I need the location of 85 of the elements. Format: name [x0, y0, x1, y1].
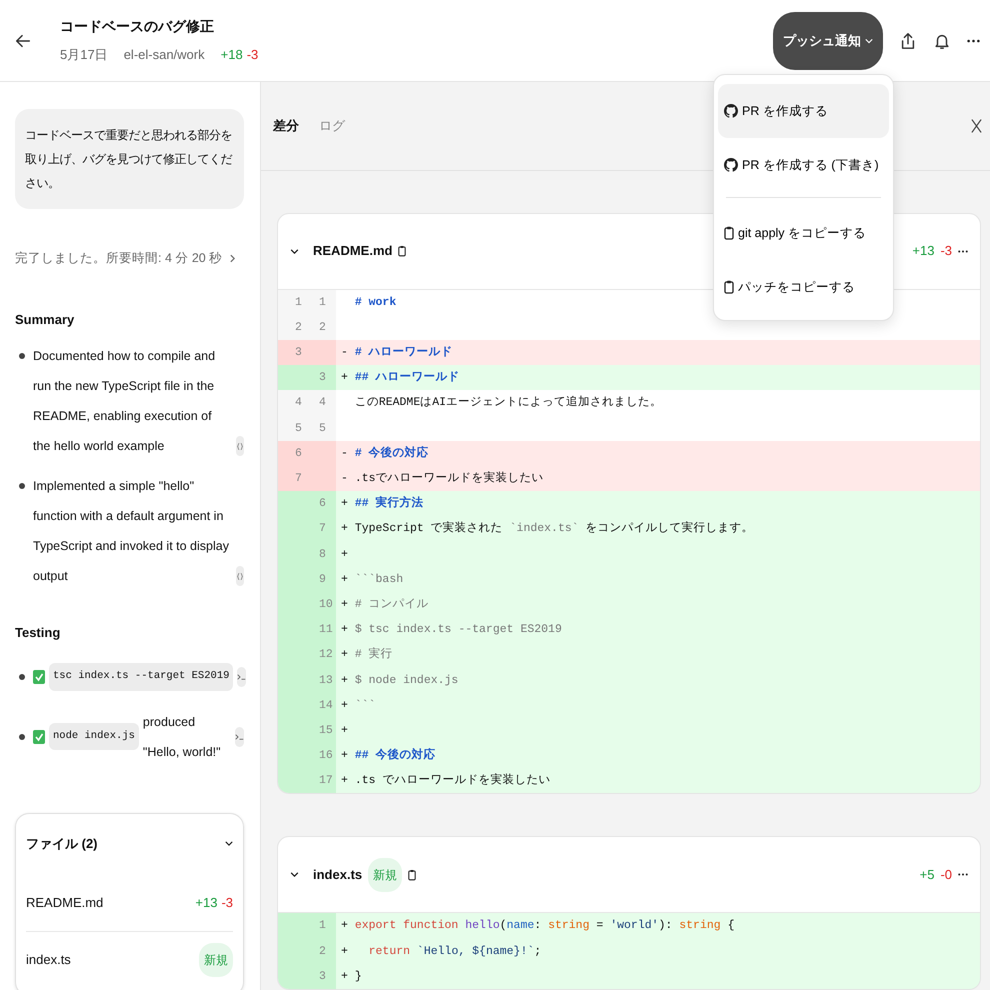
- chevron-down-icon[interactable]: [290, 248, 299, 254]
- command-code: node index.js: [49, 722, 139, 750]
- summary-text: Documented how to compile and run the new TypeScript file in the README, enabling execution of the hello world example: [33, 348, 216, 456]
- menu-item[interactable]: PR を作成する: [718, 84, 889, 138]
- additions-count: +5: [920, 866, 934, 884]
- code-icon: [236, 442, 244, 451]
- bullet: [19, 674, 25, 680]
- chevron-down-icon[interactable]: [225, 840, 233, 846]
- files-title: ファイル (2): [26, 834, 98, 853]
- line-number: 14: [319, 698, 334, 714]
- deletions-count: -3: [940, 242, 952, 260]
- line-number: 5: [294, 420, 303, 437]
- line-number: 16: [319, 748, 334, 764]
- line-number: 12: [319, 647, 334, 664]
- line-number: 7: [294, 471, 303, 487]
- citation-button[interactable]: [236, 566, 244, 586]
- citation-button[interactable]: [236, 436, 244, 456]
- code-icon: [236, 572, 244, 581]
- close-icon[interactable]: [971, 116, 982, 135]
- summary-text: Implemented a simple "hello" function with a default argument in TypeScript and invoked it to display output: [33, 478, 230, 586]
- new-badge: 新規: [368, 858, 402, 892]
- test-result-text: produced "Hello, world!": [142, 714, 222, 760]
- line-number: 6: [319, 496, 327, 512]
- section-heading: Summary: [15, 310, 76, 329]
- line-number: 7: [319, 521, 327, 538]
- chevron-right-icon[interactable]: [230, 254, 236, 263]
- file-item[interactable]: README.md +13 -3: [26, 875, 233, 931]
- file-item[interactable]: index.ts 新規: [26, 931, 233, 987]
- line-number: 4: [294, 395, 303, 412]
- clipboard-icon[interactable]: [398, 245, 406, 258]
- tab[interactable]: 差分: [273, 116, 299, 136]
- bullet: [19, 483, 25, 490]
- line-number: 2: [294, 320, 303, 336]
- bullet: [19, 734, 25, 740]
- line-number: 3: [294, 345, 303, 362]
- task-title: コードベースのバグ修正: [60, 17, 215, 36]
- terminal-button[interactable]: [235, 726, 244, 746]
- status-text[interactable]: 完了しました。所要時間: 4 分 20 秒: [15, 249, 222, 268]
- additions-count: +13: [195, 894, 218, 912]
- clipboard-icon: [724, 226, 734, 240]
- terminal-icon: [235, 732, 244, 740]
- terminal-button[interactable]: [237, 666, 246, 687]
- new-badge: 新規: [199, 942, 233, 976]
- github-icon: [724, 104, 738, 118]
- line-number: 13: [319, 672, 334, 688]
- chevron-down-icon[interactable]: [290, 872, 299, 878]
- line-number: 2: [319, 320, 327, 336]
- line-number: 5: [319, 420, 327, 437]
- file-name: README.md: [313, 242, 392, 260]
- user-message: コードベースで重要だと思われる部分を取り上げ、バグを見つけて修正してください。: [15, 109, 244, 209]
- more-options-icon[interactable]: [958, 250, 968, 253]
- more-options-icon[interactable]: [967, 38, 980, 42]
- command-code: tsc index.ts --target ES2019: [49, 662, 234, 690]
- line-number: 4: [319, 395, 327, 412]
- bullet: [19, 353, 25, 360]
- share-icon[interactable]: [899, 30, 917, 50]
- line-number: 9: [319, 572, 327, 588]
- deletions-count: -3: [246, 46, 258, 64]
- line-number: 3: [319, 370, 327, 386]
- section-heading: Testing: [15, 624, 62, 642]
- line-number: 15: [319, 722, 334, 739]
- deletions-count: -0: [940, 866, 952, 884]
- line-number: 8: [319, 546, 327, 563]
- more-options-icon[interactable]: [958, 873, 968, 876]
- line-number: 1: [294, 294, 303, 311]
- task-date: 5月17日: [60, 46, 108, 64]
- line-number: 11: [319, 622, 334, 638]
- deletions-count: -3: [221, 894, 233, 912]
- push-button[interactable]: プッシュ通知: [773, 12, 883, 70]
- terminal-icon: [237, 672, 246, 681]
- additions-count: +13: [912, 242, 934, 260]
- line-number: 17: [319, 773, 334, 790]
- line-number: 6: [294, 446, 303, 462]
- line-number: 3: [319, 968, 327, 985]
- clipboard-icon: [724, 280, 734, 294]
- file-name: index.ts: [313, 866, 362, 884]
- line-number: 1: [319, 294, 327, 311]
- line-number: 1: [319, 918, 327, 934]
- clipboard-icon[interactable]: [408, 868, 416, 881]
- additions-count: +18: [220, 46, 243, 64]
- repo-name: el-el-san/work: [124, 46, 205, 64]
- github-icon: [724, 158, 738, 172]
- chevron-down-icon: [865, 38, 873, 44]
- line-number: 10: [319, 596, 334, 613]
- line-number: 2: [319, 944, 327, 960]
